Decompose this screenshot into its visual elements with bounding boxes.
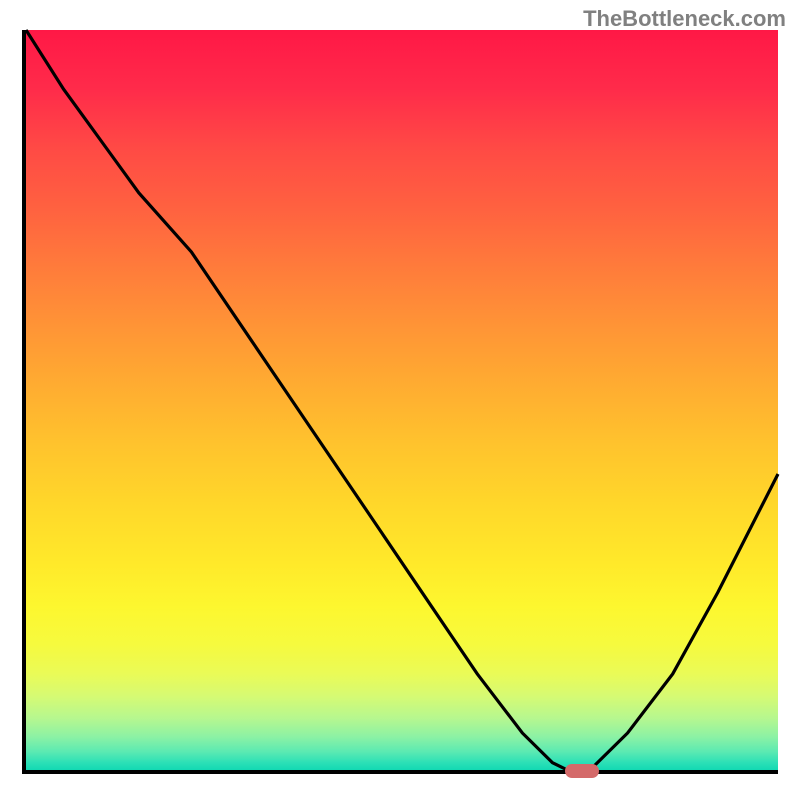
watermark-label: TheBottleneck.com <box>583 6 786 32</box>
plot-area <box>22 30 778 774</box>
optimum-marker <box>565 764 599 778</box>
bottleneck-curve <box>26 30 778 770</box>
chart-svg <box>26 30 778 770</box>
